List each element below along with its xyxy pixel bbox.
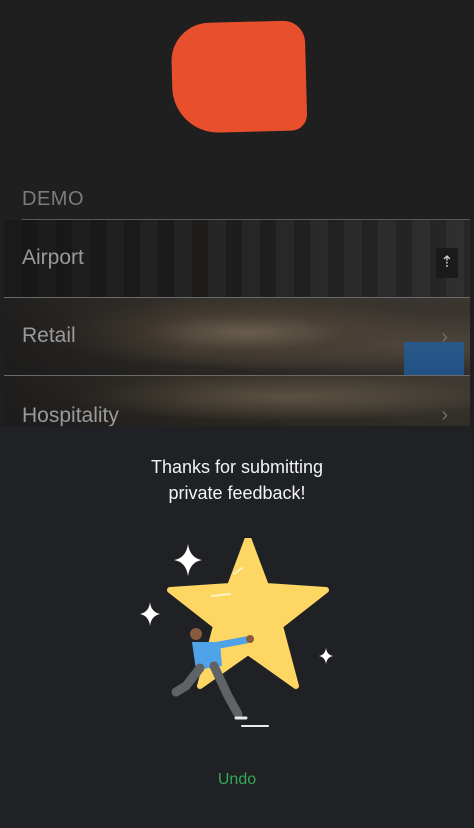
chevron-right-icon: › bbox=[441, 404, 448, 426]
demo-item-retail[interactable]: Retail › bbox=[4, 298, 470, 376]
screen: DEMO ⇡ Airport Retail › Hospitality › Th bbox=[0, 0, 474, 828]
background-app: DEMO ⇡ Airport Retail › Hospitality › bbox=[0, 0, 474, 430]
feedback-sheet: Thanks for submitting private feedback! … bbox=[0, 426, 474, 828]
gate-sign: ⇡ bbox=[436, 248, 458, 278]
sparkle-icon bbox=[140, 602, 160, 626]
title-line-2: private feedback! bbox=[168, 483, 306, 503]
title-line-1: Thanks for submitting bbox=[150, 457, 324, 477]
demo-item-label: Retail bbox=[22, 324, 76, 347]
demo-item-label: Airport bbox=[22, 246, 84, 269]
shopping-bag-image bbox=[404, 342, 464, 375]
person-leg bbox=[171, 663, 205, 697]
sheet-title: Thanks for submitting private feedback! bbox=[0, 454, 474, 506]
demo-item-hospitality[interactable]: Hospitality › bbox=[4, 376, 470, 428]
demo-item-label: Hospitality bbox=[22, 404, 119, 427]
sparkle-icon bbox=[174, 544, 202, 576]
person-leg bbox=[209, 661, 243, 719]
section-label: DEMO bbox=[22, 188, 84, 210]
star-illustration bbox=[140, 538, 333, 727]
person-head bbox=[190, 628, 202, 640]
demo-list: ⇡ Airport Retail › Hospitality › bbox=[4, 220, 470, 428]
undo-button[interactable]: Undo bbox=[187, 764, 287, 796]
sparkle-icon bbox=[319, 648, 333, 664]
chevron-right-icon: › bbox=[441, 326, 448, 348]
person-hand bbox=[246, 635, 254, 643]
demo-item-airport[interactable]: ⇡ Airport bbox=[4, 220, 470, 298]
redacted-logo bbox=[170, 20, 308, 134]
